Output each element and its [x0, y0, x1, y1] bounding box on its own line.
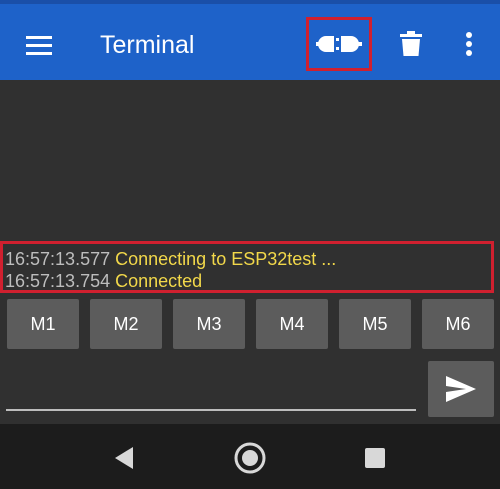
page-title: Terminal [100, 31, 195, 59]
system-nav-bar [0, 424, 500, 489]
recents-button[interactable] [355, 438, 395, 478]
macro-button-m4[interactable]: M4 [256, 299, 328, 349]
send-text-input[interactable] [6, 368, 416, 408]
more-vertical-icon [466, 32, 472, 56]
send-icon [446, 376, 476, 402]
plug-connect-icon [316, 36, 362, 52]
log-line: 16:57:13.577 Connecting to ESP32test ... [5, 248, 491, 270]
app-bar: Terminal [0, 0, 500, 80]
macro-bar: M1 M2 M3 M4 M5 M6 [0, 299, 500, 351]
home-button[interactable] [230, 438, 270, 478]
send-button[interactable] [428, 361, 494, 417]
macro-button-m3[interactable]: M3 [173, 299, 245, 349]
macro-button-m1[interactable]: M1 [7, 299, 79, 349]
log-timestamp: 16:57:13.577 [5, 249, 111, 269]
log-highlight: 16:57:13.577 Connecting to ESP32test ...… [0, 241, 494, 293]
back-icon [115, 447, 133, 469]
connect-button[interactable] [306, 17, 372, 71]
macro-button-m6[interactable]: M6 [422, 299, 494, 349]
more-options-button[interactable] [452, 18, 486, 70]
log-message: Connecting to ESP32test ... [115, 249, 337, 269]
clear-button[interactable] [393, 18, 429, 70]
input-underline [6, 409, 416, 411]
log-message: Connected [115, 271, 203, 291]
menu-icon[interactable] [20, 28, 58, 62]
trash-icon [400, 31, 422, 56]
macro-button-m5[interactable]: M5 [339, 299, 411, 349]
log-line: 16:57:13.754 Connected [5, 270, 491, 292]
log-timestamp: 16:57:13.754 [5, 271, 111, 291]
macro-button-m2[interactable]: M2 [90, 299, 162, 349]
recents-icon [365, 448, 385, 468]
home-icon [234, 442, 266, 474]
back-button[interactable] [104, 438, 144, 478]
input-row [0, 358, 500, 420]
